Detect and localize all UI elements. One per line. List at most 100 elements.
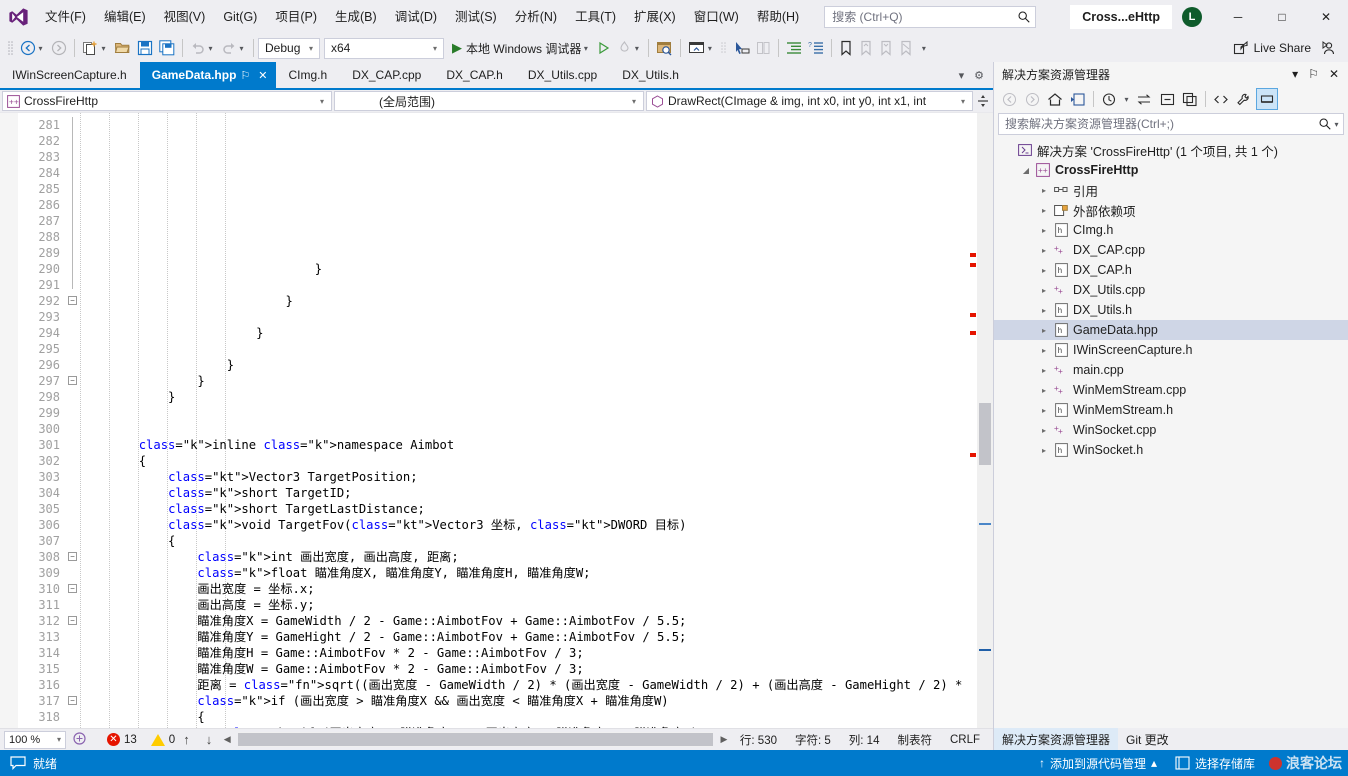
fold-toggle[interactable]: − (68, 296, 77, 305)
se-home-button[interactable] (1044, 88, 1066, 110)
outdent-button[interactable]: ? (805, 36, 827, 60)
menu-analyze[interactable]: 分析(N) (506, 0, 566, 34)
se-properties-button[interactable] (1233, 88, 1255, 110)
se-filter-dropdown[interactable]: ▾ (1121, 88, 1132, 110)
hot-reload-button[interactable]: ▾ (614, 36, 644, 60)
tree-item-dx-utils-h[interactable]: ▸ h DX_Utils.h (994, 300, 1348, 320)
window-close-button[interactable]: ✕ (1304, 0, 1348, 34)
code-line[interactable]: 瞄准角度H = Game::AimbotFov * 2 - Game::Aimb… (80, 645, 969, 661)
code-line[interactable]: 画出高度 = 坐标.y; (80, 597, 969, 613)
panel-close-icon[interactable]: ✕ (1324, 67, 1344, 81)
solution-explorer-search[interactable]: ▾ (998, 113, 1344, 135)
code-line[interactable]: } (80, 357, 969, 373)
search-in-solution-button[interactable] (653, 36, 676, 60)
select-element-button[interactable] (730, 36, 753, 60)
navigate-back-button[interactable]: ▾ (17, 36, 48, 60)
tree-item-winmemstream-cpp[interactable]: ▸ + + WinMemStream.cpp (994, 380, 1348, 400)
code-line[interactable] (80, 405, 969, 421)
scroll-right-arrow[interactable]: ▶ (717, 734, 731, 745)
tree-item--[interactable]: ▸ 引用 (994, 180, 1348, 200)
add-to-source-control-button[interactable]: ↑ 添加到源代码管理 ▴ (1035, 755, 1161, 772)
expand-arrow-icon[interactable]: ▸ (1036, 426, 1052, 435)
se-pending-changes-filter-button[interactable] (1098, 88, 1120, 110)
expand-arrow-icon[interactable]: ▸ (1036, 446, 1052, 455)
code-line[interactable] (80, 277, 969, 293)
code-line[interactable]: { (80, 453, 969, 469)
expand-arrow-icon[interactable]: ▸ (1036, 266, 1052, 275)
menu-window[interactable]: 窗口(W) (685, 0, 748, 34)
code-line[interactable]: } (80, 293, 969, 309)
tab-settings-gear-icon[interactable]: ⚙ (969, 69, 989, 82)
indent-button[interactable] (783, 36, 805, 60)
fold-toggle[interactable]: − (68, 584, 77, 593)
code-text-area[interactable]: } } } } } } class="k">inline class="k">n… (80, 113, 969, 728)
toggle-bookmark-button[interactable] (836, 36, 856, 60)
code-editor[interactable]: 281 282 283 284 285 286 287 288 289 290 291 292 293 2… (0, 112, 993, 728)
error-count-group[interactable]: ✕ 13 (107, 733, 137, 746)
code-line[interactable]: } (80, 325, 969, 341)
expand-arrow-icon[interactable]: ▸ (1036, 246, 1052, 255)
tree-item-winsocket-cpp[interactable]: ▸ + + WinSocket.cpp (994, 420, 1348, 440)
menu-help[interactable]: 帮助(H) (748, 0, 808, 34)
code-line[interactable] (80, 421, 969, 437)
next-bookmark-button[interactable] (876, 36, 896, 60)
navbar-scope-combo[interactable]: (全局范围) ▾ (334, 91, 644, 111)
warning-count-group[interactable]: 0 (150, 733, 175, 746)
panel-pin-icon[interactable]: ⚐ (1303, 67, 1324, 81)
tab-dx-utils-h[interactable]: DX_Utils.h (610, 62, 692, 88)
solution-tree[interactable]: 解决方案 'CrossFireHttp' (1 个项目, 共 1 个) ◢ ++ Cr… (994, 138, 1348, 728)
search-input[interactable] (832, 10, 1018, 24)
menu-edit[interactable]: 编辑(E) (95, 0, 155, 34)
footer-tab-git-changes[interactable]: Git 更改 (1118, 728, 1177, 750)
tree-item-crossfirehttp[interactable]: ◢ ++ CrossFireHttp (994, 160, 1348, 180)
toolbar-grip-2[interactable] (717, 36, 730, 60)
se-refresh-button[interactable] (1133, 88, 1155, 110)
se-collapse-all-button[interactable] (1156, 88, 1178, 110)
tree-item-iwinscreencapture-h[interactable]: ▸ h IWinScreenCapture.h (994, 340, 1348, 360)
tree-item-main-cpp[interactable]: ▸ + + main.cpp (994, 360, 1348, 380)
menu-test[interactable]: 测试(S) (446, 0, 506, 34)
window-maximize-button[interactable]: □ (1260, 0, 1304, 34)
tab-list-dropdown-icon[interactable]: ▾ (954, 69, 970, 82)
code-line[interactable]: } (80, 373, 969, 389)
code-line[interactable]: 距离 = class="fn">sqrt((画出宽度 - GameWidth /… (80, 677, 969, 693)
toolbar-options-grip[interactable] (4, 36, 17, 60)
tree-item-cimg-h[interactable]: ▸ h CImg.h (994, 220, 1348, 240)
expand-arrow-icon[interactable]: ▸ (1036, 346, 1052, 355)
tab-cimg-h[interactable]: CImg.h (276, 62, 341, 88)
new-item-button[interactable]: ▾ (79, 36, 111, 60)
menu-build[interactable]: 生成(B) (326, 0, 386, 34)
footer-tab-solution-explorer[interactable]: 解决方案资源管理器 (994, 728, 1119, 750)
menu-tools[interactable]: 工具(T) (566, 0, 625, 34)
quick-launch-search[interactable] (824, 6, 1037, 28)
code-line[interactable]: 瞄准角度Y = GameHight / 2 - Game::AimbotFov … (80, 629, 969, 645)
tree-item-dx-utils-cpp[interactable]: ▸ + + DX_Utils.cpp (994, 280, 1348, 300)
redo-button[interactable]: ▾ (218, 36, 249, 60)
expand-arrow-icon[interactable]: ▸ (1036, 186, 1052, 195)
tree-item-winmemstream-h[interactable]: ▸ h WinMemStream.h (994, 400, 1348, 420)
navbar-member-combo[interactable]: DrawRect(CImage & img, int x0, int y0, i… (646, 91, 973, 111)
tree-item-winsocket-h[interactable]: ▸ h WinSocket.h (994, 440, 1348, 460)
live-share-button[interactable]: Live Share (1227, 36, 1317, 60)
code-line[interactable]: class="k">if (画出高度 > 瞄准角度Y && 画出高度 < 瞄准角… (80, 725, 969, 728)
se-sync-with-active-document-button[interactable] (1067, 88, 1089, 110)
close-tab-icon[interactable]: ✕ (254, 69, 271, 82)
code-line[interactable]: class="kt">Vector3 TargetPosition; (80, 469, 969, 485)
save-button[interactable] (134, 36, 156, 60)
expand-arrow-icon[interactable]: ▸ (1036, 306, 1052, 315)
se-back-button[interactable] (998, 88, 1020, 110)
toolbar-overflow-button[interactable]: ▾ (916, 36, 931, 60)
invite-people-button[interactable] (1317, 36, 1340, 60)
navbar-project-combo[interactable]: ++ CrossFireHttp ▾ (2, 91, 332, 111)
tree-item--crossfirehttp-1-1-[interactable]: 解决方案 'CrossFireHttp' (1 个项目, 共 1 个) (994, 140, 1348, 160)
expand-arrow-icon[interactable]: ▸ (1036, 326, 1052, 335)
code-line[interactable]: class="k">short TargetLastDistance; (80, 501, 969, 517)
code-line[interactable]: class="k">int 画出宽度, 画出高度, 距离; (80, 549, 969, 565)
outlining-margin[interactable]: − − − − − − (66, 113, 80, 728)
se-view-code-button[interactable] (1210, 88, 1232, 110)
tab-dx-cap-cpp[interactable]: DX_CAP.cpp (340, 62, 435, 88)
window-minimize-button[interactable]: ─ (1216, 0, 1260, 34)
fold-toggle[interactable]: − (68, 616, 77, 625)
expand-arrow-icon-expanded[interactable]: ◢ (1018, 166, 1034, 175)
expand-arrow-icon[interactable]: ▸ (1036, 286, 1052, 295)
